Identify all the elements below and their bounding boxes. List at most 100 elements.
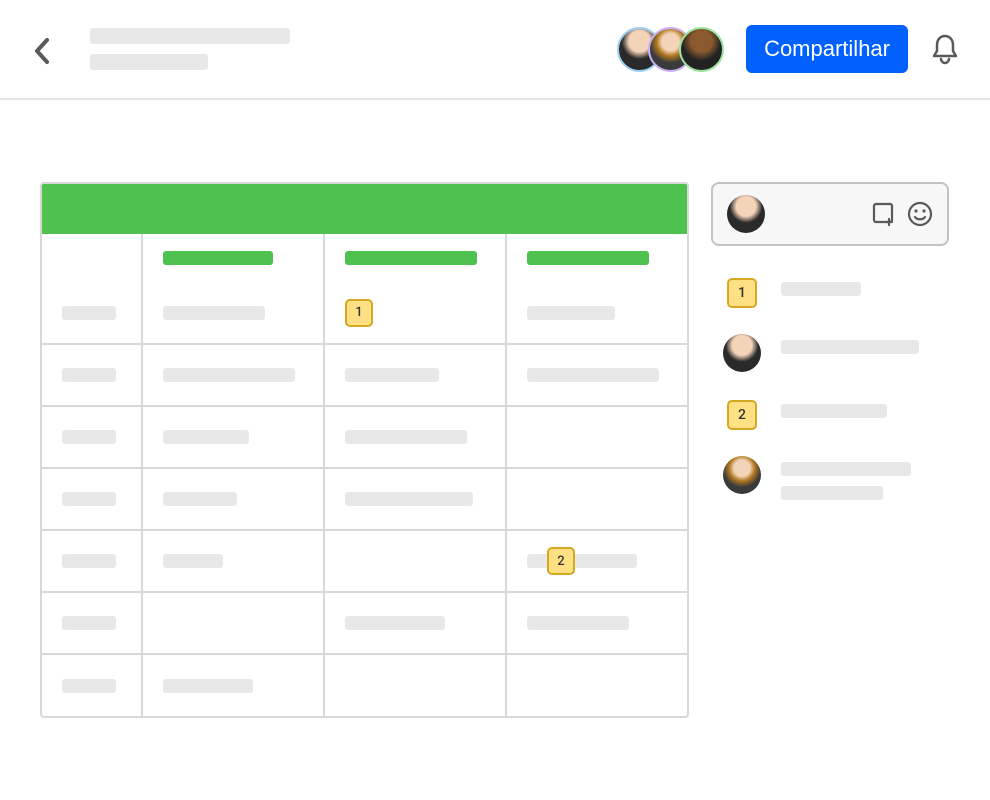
cell[interactable]	[42, 406, 142, 468]
comment-text-placeholder	[781, 340, 919, 354]
cell[interactable]	[42, 282, 142, 344]
bell-icon	[930, 33, 960, 65]
cell[interactable]	[506, 282, 688, 344]
comment-avatar	[723, 334, 761, 372]
comment-body	[781, 334, 919, 354]
cell-content-placeholder	[345, 368, 439, 382]
cell-content-placeholder	[62, 616, 116, 630]
cell-content-placeholder	[62, 306, 116, 320]
comment-text-placeholder	[781, 282, 861, 296]
cell-content-placeholder	[345, 492, 473, 506]
header-cell[interactable]	[142, 234, 324, 282]
sheet-table: 12	[42, 234, 688, 716]
cell[interactable]	[324, 344, 506, 406]
comment-body	[781, 398, 887, 418]
table-row	[42, 406, 688, 468]
cell[interactable]	[42, 530, 142, 592]
spreadsheet[interactable]: 12	[40, 182, 689, 718]
title-placeholder	[90, 28, 290, 44]
cell[interactable]	[142, 530, 324, 592]
cell[interactable]	[324, 468, 506, 530]
cell-content-placeholder	[345, 616, 445, 630]
content-area: 12 12	[0, 100, 990, 718]
comment-body	[781, 276, 861, 296]
header-cell[interactable]	[506, 234, 688, 282]
comment-marker[interactable]: 1	[345, 299, 373, 327]
cell-content-placeholder	[163, 368, 295, 382]
cell[interactable]	[142, 592, 324, 654]
cell[interactable]	[324, 592, 506, 654]
cell[interactable]	[506, 406, 688, 468]
table-row	[42, 344, 688, 406]
comment-text-placeholder	[781, 462, 911, 476]
sheet-banner	[42, 184, 687, 234]
cell-content-placeholder	[62, 679, 116, 693]
collaborator-avatars[interactable]	[617, 27, 724, 72]
cell[interactable]	[42, 468, 142, 530]
cell-content-placeholder	[527, 616, 629, 630]
share-button[interactable]: Compartilhar	[746, 25, 908, 73]
attach-note-icon	[871, 201, 897, 227]
comment-composer[interactable]	[711, 182, 949, 246]
cell[interactable]	[506, 654, 688, 716]
cell[interactable]	[324, 530, 506, 592]
comment-item[interactable]: 2	[723, 398, 949, 430]
cell-content-placeholder	[345, 430, 467, 444]
cell-content-placeholder	[163, 306, 265, 320]
cell[interactable]: 2	[506, 530, 688, 592]
cell[interactable]	[142, 654, 324, 716]
cell[interactable]	[42, 344, 142, 406]
title-block	[90, 28, 617, 70]
table-row: 1	[42, 282, 688, 344]
cell[interactable]	[506, 592, 688, 654]
cell[interactable]	[42, 592, 142, 654]
cell[interactable]	[324, 406, 506, 468]
header-cell[interactable]	[324, 234, 506, 282]
table-row	[42, 654, 688, 716]
attach-note-button[interactable]	[871, 201, 897, 227]
cell-content-placeholder	[527, 554, 637, 568]
subtitle-placeholder	[90, 54, 208, 70]
notifications-button[interactable]	[930, 33, 960, 65]
app-header: Compartilhar	[0, 0, 990, 100]
cell-content-placeholder	[62, 492, 116, 506]
cell[interactable]: 1	[324, 282, 506, 344]
cell[interactable]	[142, 344, 324, 406]
back-button[interactable]	[30, 39, 54, 63]
header-cell[interactable]	[42, 234, 142, 282]
emoji-button[interactable]	[907, 201, 933, 227]
composer-avatar	[727, 195, 765, 233]
comment-item[interactable]	[723, 456, 949, 500]
comment-marker-ref: 1	[727, 278, 757, 308]
cell-content-placeholder	[527, 368, 659, 382]
cell[interactable]	[142, 468, 324, 530]
cell[interactable]	[142, 406, 324, 468]
cell-content-placeholder	[163, 492, 237, 506]
cell[interactable]	[324, 654, 506, 716]
comment-avatar	[723, 456, 761, 494]
header-row	[42, 234, 688, 282]
cell-content-placeholder	[163, 554, 223, 568]
chevron-left-icon	[34, 37, 50, 65]
comment-marker[interactable]: 2	[547, 547, 575, 575]
table-row: 2	[42, 530, 688, 592]
cell[interactable]	[506, 344, 688, 406]
comment-body	[781, 456, 911, 500]
comment-item[interactable]	[723, 334, 949, 372]
comment-item[interactable]: 1	[723, 276, 949, 308]
table-row	[42, 468, 688, 530]
cell-content-placeholder	[62, 554, 116, 568]
cell[interactable]	[42, 654, 142, 716]
comments-sidebar: 12	[711, 182, 949, 718]
sheet-body: 12	[42, 282, 688, 716]
comment-text-placeholder	[781, 486, 883, 500]
avatar[interactable]	[679, 27, 724, 72]
cell[interactable]	[506, 468, 688, 530]
cell-content-placeholder	[163, 679, 253, 693]
table-row	[42, 592, 688, 654]
cell-content-placeholder	[62, 368, 116, 382]
cell-content-placeholder	[527, 306, 615, 320]
cell[interactable]	[142, 282, 324, 344]
cell-content-placeholder	[163, 430, 249, 444]
comment-list: 12	[711, 276, 949, 500]
